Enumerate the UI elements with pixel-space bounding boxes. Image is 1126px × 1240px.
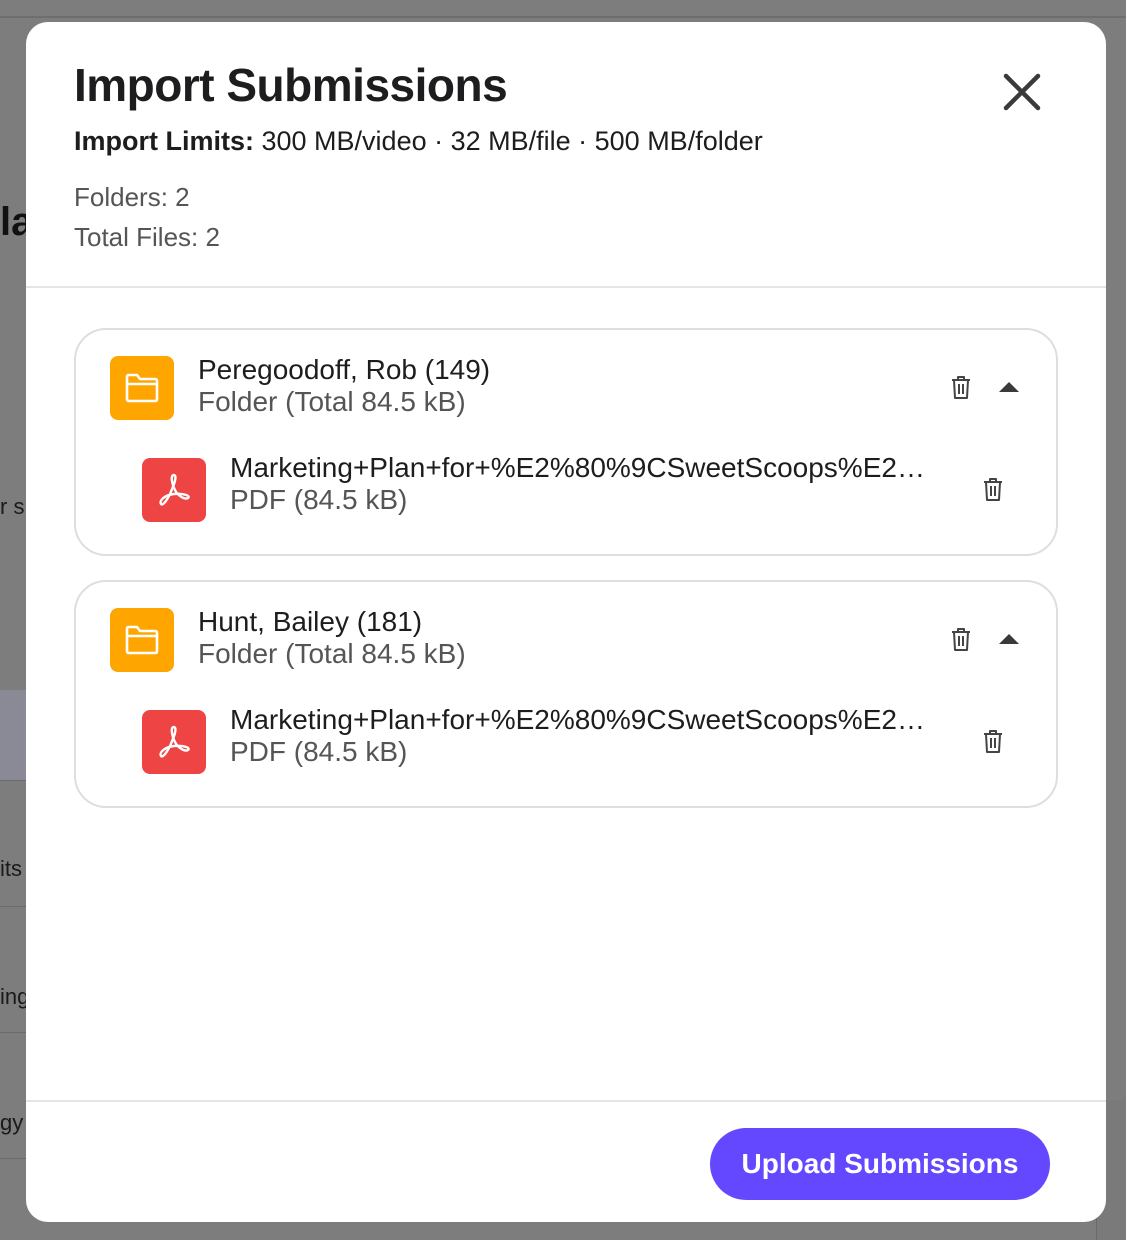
file-name: Marketing+Plan+for+%E2%80%9CSweetScoops%… <box>230 704 940 735</box>
background-text-fragment: ing <box>0 984 30 1009</box>
delete-file-button[interactable] <box>978 726 1008 756</box>
close-button[interactable] <box>998 68 1046 116</box>
file-row: Marketing+Plan+for+%E2%80%9CSweetScoops%… <box>76 704 1056 780</box>
file-row: Marketing+Plan+for+%E2%80%9CSweetScoops%… <box>76 452 1056 528</box>
close-icon <box>1003 73 1041 111</box>
file-meta: PDF (84.5 kB) <box>230 736 408 767</box>
trash-icon <box>952 628 970 651</box>
background-divider <box>0 16 1126 18</box>
modal-title: Import Submissions <box>74 59 508 111</box>
delete-folder-button[interactable] <box>946 624 976 654</box>
import-limits: Import Limits: 300 MB/video · 32 MB/file… <box>74 126 763 157</box>
folder-meta: Folder (Total 84.5 kB) <box>198 386 466 417</box>
caret-up-icon <box>999 634 1019 644</box>
modal-footer: Upload Submissions <box>26 1100 1106 1222</box>
pdf-icon <box>142 710 206 774</box>
collapse-folder-button[interactable] <box>994 372 1024 402</box>
background-text-fragment: gy <box>0 1110 24 1135</box>
total-files-count: Total Files: 2 <box>74 222 220 252</box>
folders-count: Folders: 2 <box>74 182 190 212</box>
folder-icon <box>110 608 174 672</box>
folder-name: Hunt, Bailey (181) <box>198 606 423 637</box>
import-limits-value: 300 MB/video · 32 MB/file · 500 MB/folde… <box>254 126 763 156</box>
collapse-folder-button[interactable] <box>994 624 1024 654</box>
file-meta: PDF (84.5 kB) <box>230 484 408 515</box>
import-submissions-modal: Import Submissions Import Limits: 300 MB… <box>26 22 1106 1222</box>
trash-icon <box>984 730 1002 753</box>
folder-name: Peregoodoff, Rob (149) <box>198 354 491 385</box>
background-text-fragment: its <box>0 856 22 881</box>
folder-icon <box>110 356 174 420</box>
trash-icon <box>952 376 970 399</box>
delete-file-button[interactable] <box>978 474 1008 504</box>
folder-card: Hunt, Bailey (181) Folder (Total 84.5 kB… <box>74 580 1058 808</box>
upload-submissions-button[interactable]: Upload Submissions <box>710 1128 1050 1200</box>
modal-header: Import Submissions Import Limits: 300 MB… <box>26 22 1106 288</box>
folder-meta: Folder (Total 84.5 kB) <box>198 638 466 669</box>
import-limits-label: Import Limits: <box>74 126 254 156</box>
background-text-fragment: r s <box>0 494 25 519</box>
caret-up-icon <box>999 382 1019 392</box>
file-name: Marketing+Plan+for+%E2%80%9CSweetScoops%… <box>230 452 940 483</box>
pdf-icon <box>142 458 206 522</box>
folder-card: Peregoodoff, Rob (149) Folder (Total 84.… <box>74 328 1058 556</box>
delete-folder-button[interactable] <box>946 372 976 402</box>
trash-icon <box>984 478 1002 501</box>
